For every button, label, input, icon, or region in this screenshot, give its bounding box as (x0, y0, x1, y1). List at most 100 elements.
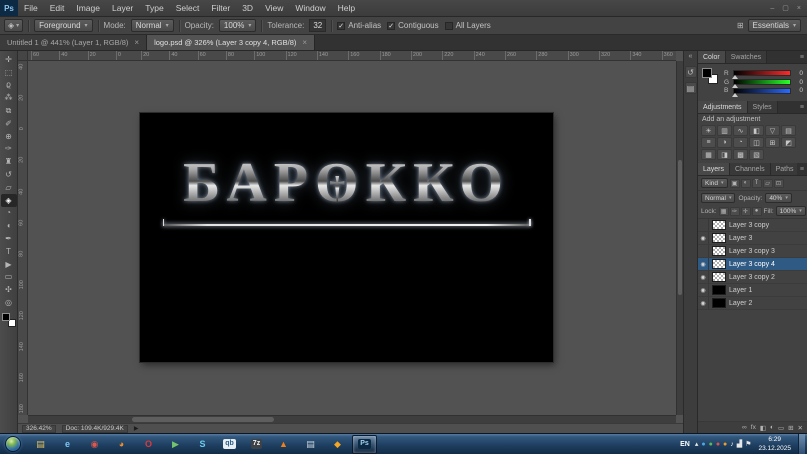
type-tool[interactable]: T (1, 245, 17, 258)
menu-file[interactable]: File (18, 0, 44, 16)
eraser-tool[interactable]: ▱ (1, 181, 17, 194)
layers-tab-paths[interactable]: Paths (771, 163, 797, 175)
menu-filter[interactable]: Filter (205, 0, 236, 16)
channel-mixer-icon[interactable]: ◫ (749, 137, 764, 148)
add-layer-mask-icon[interactable]: ◧ (760, 424, 766, 432)
paint-bucket-tool[interactable]: ◈ (1, 194, 17, 207)
layer-thumbnail[interactable] (712, 233, 726, 243)
layer-thumbnail[interactable] (712, 220, 726, 230)
foreground-color-swatch[interactable] (2, 313, 10, 321)
visibility-eye-empty[interactable] (698, 245, 709, 257)
new-group-icon[interactable]: ▭ (778, 424, 784, 432)
close-button[interactable]: × (797, 5, 801, 12)
notepad-taskbar-icon[interactable]: ▤ (298, 435, 323, 454)
panel-menu-icon[interactable]: ≡ (797, 163, 807, 175)
layers-tab-layers[interactable]: Layers (698, 163, 730, 175)
filter-pixel-layers-icon[interactable]: ▣ (730, 179, 740, 188)
clone-stamp-tool[interactable]: ♜ (1, 155, 17, 168)
adjustments-tab-adjustments[interactable]: Adjustments (698, 101, 748, 113)
visibility-eye-icon[interactable]: ◉ (698, 232, 709, 244)
document-tab[interactable]: Untitled 1 @ 441% (Layer 1, RGB/8)× (0, 35, 147, 50)
start-button[interactable] (5, 436, 21, 452)
photoshop-taskbar-icon[interactable]: Ps (352, 435, 377, 454)
checkbox-anti-alias[interactable]: Anti-alias (337, 21, 381, 30)
opacity-dropdown[interactable]: 100% (219, 19, 256, 32)
filter-shape-layers-icon[interactable]: ▱ (763, 179, 773, 188)
visibility-eye-empty[interactable] (698, 219, 709, 231)
shape-tool[interactable]: ▭ (1, 271, 17, 284)
selective-color-icon[interactable]: ▧ (749, 149, 764, 160)
taskbar-clock[interactable]: 6:29 23.12.2025 (754, 435, 795, 453)
color-slider-track[interactable] (733, 70, 791, 76)
gradient-map-icon[interactable]: ▩ (733, 149, 748, 160)
layers-opacity-dropdown[interactable]: 40% (765, 193, 792, 203)
history-panel-icon[interactable]: ↺ (685, 66, 697, 78)
tool-preset-dropdown[interactable]: ◈ (4, 19, 23, 32)
chrome-taskbar-icon[interactable]: ◉ (82, 435, 107, 454)
panel-menu-icon[interactable]: ≡ (797, 51, 807, 63)
explorer-taskbar-icon[interactable]: ▤ (28, 435, 53, 454)
fill-source-dropdown[interactable]: Foreground (34, 19, 92, 32)
status-flyout-icon[interactable]: ▶ (134, 425, 139, 432)
exposure-icon[interactable]: ◧ (749, 125, 764, 136)
crop-tool[interactable]: ⧉ (1, 104, 17, 117)
layers-tab-channels[interactable]: Channels (730, 163, 771, 175)
lock-pixels-icon[interactable]: ✑ (730, 207, 740, 216)
ruler-origin[interactable] (18, 51, 28, 61)
layer-style-icon[interactable]: fx (751, 424, 756, 431)
brightness-contrast-icon[interactable]: ☀ (701, 125, 716, 136)
menu-window[interactable]: Window (289, 0, 331, 16)
checkbox-contiguous[interactable]: Contiguous (387, 21, 438, 30)
pen-tool[interactable]: ✒ (1, 232, 17, 245)
menu-view[interactable]: View (259, 0, 289, 16)
visibility-eye-icon[interactable]: ◉ (698, 284, 709, 296)
menu-3d[interactable]: 3D (236, 0, 259, 16)
7zip-taskbar-icon[interactable]: 7z (244, 435, 269, 454)
internet-explorer-taskbar-icon[interactable]: e (55, 435, 80, 454)
blend-mode-dropdown[interactable]: Normal (701, 193, 735, 203)
tray-app-green-icon[interactable]: ● (709, 441, 713, 448)
opera-taskbar-icon[interactable]: O (136, 435, 161, 454)
minimize-button[interactable]: – (770, 5, 774, 12)
lasso-tool[interactable]: ϱ (1, 79, 17, 92)
tray-app-blue-icon[interactable]: ● (701, 441, 705, 448)
canvas-image[interactable]: БАРО†ККО (140, 113, 553, 362)
filter-smart-objects-icon[interactable]: ⊡ (774, 179, 784, 188)
eyedropper-tool[interactable]: ✐ (1, 117, 17, 130)
show-desktop-button[interactable] (798, 434, 805, 454)
blur-tool[interactable]: ◔ (1, 207, 17, 220)
workspace-dropdown[interactable]: Essentials (748, 19, 801, 32)
document-tab[interactable]: logo.psd @ 326% (Layer 3 copy 4, RGB/8)× (147, 35, 315, 50)
photo-filter-icon[interactable]: ◔ (733, 137, 748, 148)
levels-icon[interactable]: ▥ (717, 125, 732, 136)
vibrance-icon[interactable]: ▽ (765, 125, 780, 136)
expand-panels-icon[interactable]: « (689, 53, 693, 61)
lock-transparency-icon[interactable]: ▦ (719, 207, 729, 216)
brush-tool[interactable]: ✑ (1, 143, 17, 156)
layer-thumbnail[interactable] (712, 259, 726, 269)
new-layer-icon[interactable]: ⊞ (788, 424, 793, 432)
vertical-scrollbar[interactable] (676, 61, 683, 415)
black-white-icon[interactable]: ◑ (717, 137, 732, 148)
qbittorrent-taskbar-icon[interactable]: qb (217, 435, 242, 454)
visibility-eye-icon[interactable]: ◉ (698, 297, 709, 309)
layer-row[interactable]: ◉Layer 3 (698, 232, 807, 245)
color-lookup-icon[interactable]: ⊞ (765, 137, 780, 148)
menu-type[interactable]: Type (139, 0, 169, 16)
curves-icon[interactable]: ∿ (733, 125, 748, 136)
firefox-taskbar-icon[interactable]: ◕ (109, 435, 134, 454)
path-selection-tool[interactable]: ▶ (1, 258, 17, 271)
invert-icon[interactable]: ◩ (781, 137, 796, 148)
vlc-taskbar-icon[interactable]: ▲ (271, 435, 296, 454)
history-brush-tool[interactable]: ↺ (1, 168, 17, 181)
mode-dropdown[interactable]: Normal (131, 19, 174, 32)
blender-taskbar-icon[interactable]: ◆ (325, 435, 350, 454)
color-tab-swatches[interactable]: Swatches (726, 51, 767, 63)
skype-taskbar-icon[interactable]: S (190, 435, 215, 454)
media-player-taskbar-icon[interactable]: ▶ (163, 435, 188, 454)
layer-row[interactable]: ◉Layer 3 copy 4 (698, 258, 807, 271)
menu-layer[interactable]: Layer (106, 0, 139, 16)
visibility-eye-icon[interactable]: ◉ (698, 271, 709, 283)
language-indicator[interactable]: EN (678, 441, 692, 448)
new-adjustment-layer-icon[interactable]: ◐ (770, 424, 774, 431)
